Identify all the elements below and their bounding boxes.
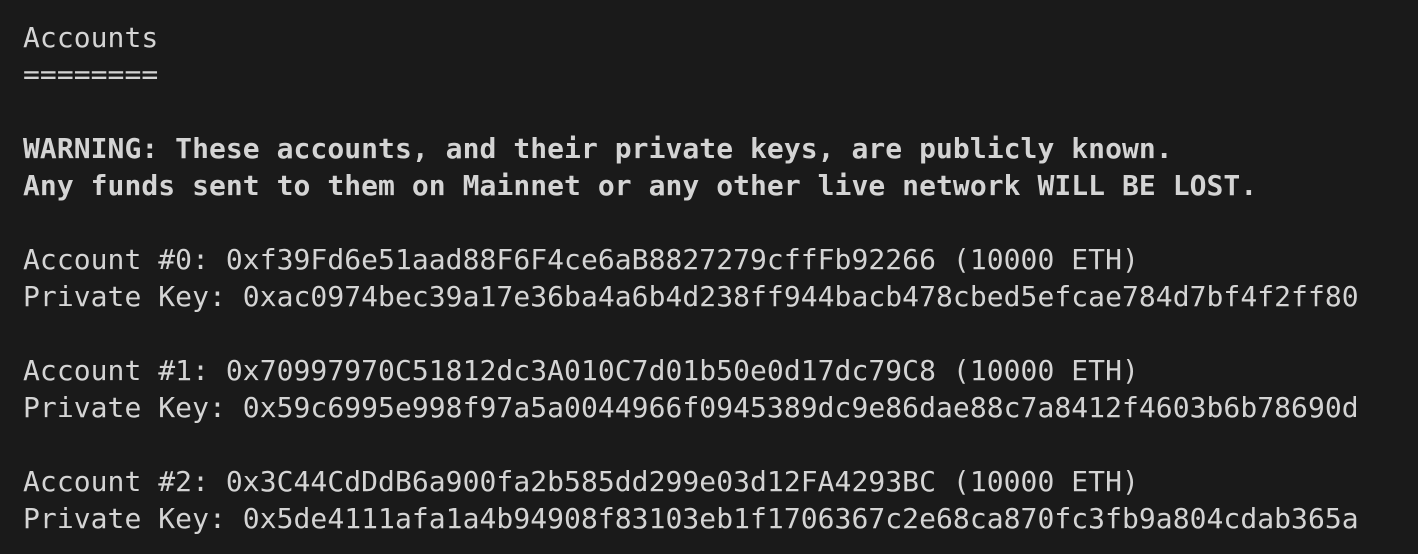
account-line: Account #0: 0xf39Fd6e51aad88F6F4ce6aB882… [23, 243, 1139, 276]
accounts-heading: Accounts [23, 21, 159, 54]
heading-underline: ======== [23, 58, 159, 91]
private-key-line: Private Key: 0x59c6995e998f97a5a0044966f… [23, 391, 1359, 424]
account-line: Account #2: 0x3C44CdDdB6a900fa2b585dd299… [23, 465, 1139, 498]
private-key-line: Private Key: 0x5de4111afa1a4b94908f83103… [23, 502, 1359, 535]
account-line: Account #1: 0x70997970C51812dc3A010C7d01… [23, 354, 1139, 387]
private-key-line: Private Key: 0xac0974bec39a17e36ba4a6b4d… [23, 280, 1359, 313]
warning-line-2: Any funds sent to them on Mainnet or any… [23, 169, 1258, 202]
terminal-output[interactable]: Accounts ======== WARNING: These account… [0, 0, 1418, 537]
warning-line-1: WARNING: These accounts, and their priva… [23, 132, 1173, 165]
